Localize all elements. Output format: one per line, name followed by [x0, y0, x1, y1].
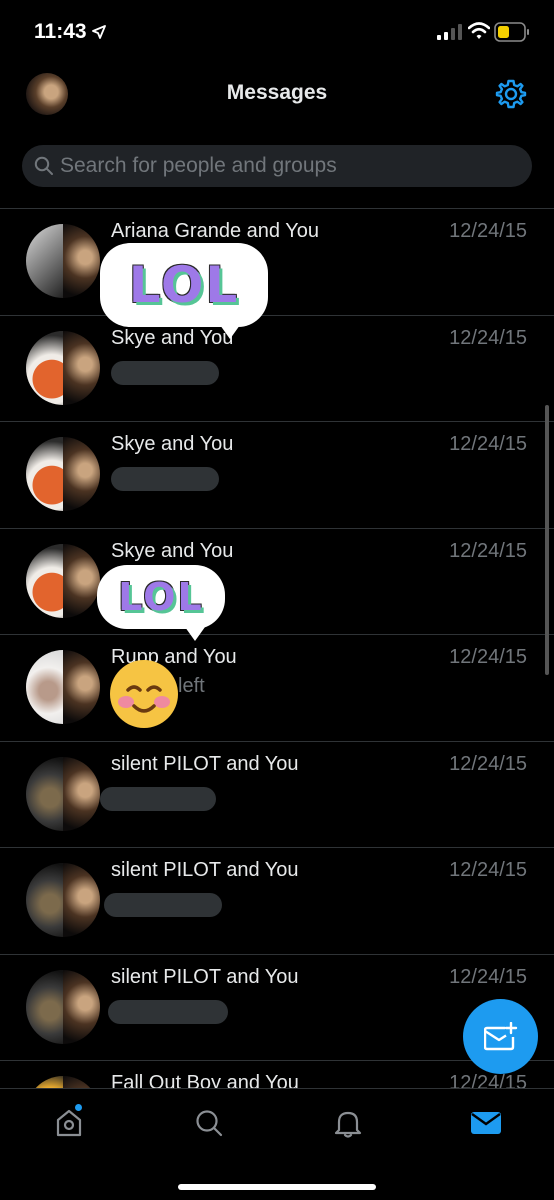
- compose-message-icon: [483, 1021, 517, 1050]
- tab-messages[interactable]: [466, 1103, 506, 1143]
- search-bar[interactable]: [22, 145, 532, 187]
- conversation-title: silent PILOT and You: [111, 752, 299, 775]
- header: Messages: [0, 64, 554, 126]
- tab-home[interactable]: [49, 1103, 89, 1143]
- notification-dot: [75, 1104, 82, 1111]
- lol-sticker: LOL: [97, 565, 225, 641]
- conversation-row[interactable]: Rupp and You 12/24/15 left: [0, 635, 554, 742]
- tab-search[interactable]: [189, 1103, 229, 1143]
- bell-icon: [334, 1111, 362, 1138]
- search-input[interactable]: [60, 145, 520, 187]
- conversation-row[interactable]: silent PILOT and You 12/24/15: [0, 742, 554, 848]
- conversation-date: 12/24/15: [449, 220, 527, 242]
- conversation-avatar: [26, 863, 100, 937]
- lol-sticker-text: LOL: [118, 575, 204, 619]
- battery-icon: [494, 22, 529, 42]
- conversation-title: Skye and You: [111, 539, 234, 562]
- signal-icon: [437, 24, 462, 40]
- conversation-avatar: [26, 437, 100, 511]
- conversation-date: 12/24/15: [449, 433, 527, 455]
- wifi-icon: [468, 22, 490, 39]
- compose-message-button[interactable]: [463, 999, 538, 1074]
- page-title: Messages: [226, 81, 328, 104]
- conversation-avatar: [26, 650, 100, 724]
- conversation-avatar: [26, 969, 100, 1044]
- conversation-avatar: [26, 1076, 100, 1088]
- conversation-row[interactable]: Skye and You 12/24/15: [0, 422, 554, 529]
- conversation-date: 12/24/15: [449, 752, 527, 775]
- conversation-row[interactable]: Fall Out Boy and You 12/24/15: [0, 1061, 554, 1088]
- conversation-avatar: [26, 330, 100, 405]
- redacted-preview: [100, 786, 216, 811]
- conversation-title: Skye and You: [111, 326, 234, 349]
- lol-sticker: LOL: [100, 243, 268, 339]
- conversation-title: Fall Out Boy and You: [111, 1072, 299, 1088]
- conversation-row[interactable]: silent PILOT and You 12/24/15: [0, 848, 554, 955]
- conversation-date: 12/24/15: [449, 1072, 527, 1088]
- explore-search-icon: [196, 1110, 223, 1137]
- search-icon: [34, 156, 53, 175]
- conversation-row[interactable]: Skye and You 12/24/15: [0, 316, 554, 422]
- conversation-avatar: [26, 224, 100, 298]
- redacted-preview: [111, 360, 219, 385]
- conversation-date: 12/24/15: [449, 539, 527, 562]
- status-time: 11:43: [34, 20, 87, 43]
- smiling-emoji-sticker: [110, 660, 178, 728]
- tab-notifications[interactable]: [328, 1103, 368, 1143]
- conversation-date: 12/24/15: [449, 859, 527, 881]
- conversation-avatar: [26, 543, 100, 618]
- status-bar: 11:43: [0, 0, 554, 64]
- home-icon: [56, 1109, 82, 1137]
- home-indicator: [178, 1184, 376, 1190]
- conversation-title: silent PILOT and You: [111, 965, 299, 988]
- lol-sticker-text: LOL: [128, 256, 240, 314]
- conversation-list: Ariana Grande and You 12/24/15 Skye and …: [0, 208, 554, 1088]
- conversation-title: Ariana Grande and You: [111, 220, 319, 242]
- redacted-preview: [108, 999, 228, 1024]
- conversation-date: 12/24/15: [449, 326, 527, 349]
- gear-icon[interactable]: [495, 78, 527, 110]
- conversation-date: 12/24/15: [449, 646, 527, 668]
- redacted-preview: [104, 893, 222, 917]
- conversation-date: 12/24/15: [449, 965, 527, 988]
- conversation-title: silent PILOT and You: [111, 859, 299, 881]
- conversation-row[interactable]: Ariana Grande and You 12/24/15: [0, 209, 554, 316]
- conversation-title: Skye and You: [111, 433, 234, 455]
- conversation-row[interactable]: Skye and You 12/24/15: [0, 529, 554, 635]
- location-arrow-icon: [92, 25, 106, 39]
- mail-icon: [471, 1112, 501, 1134]
- conversation-avatar: [26, 756, 100, 831]
- conversation-preview-fragment: left: [178, 675, 205, 697]
- redacted-preview: [111, 467, 219, 491]
- scroll-indicator[interactable]: [545, 405, 549, 675]
